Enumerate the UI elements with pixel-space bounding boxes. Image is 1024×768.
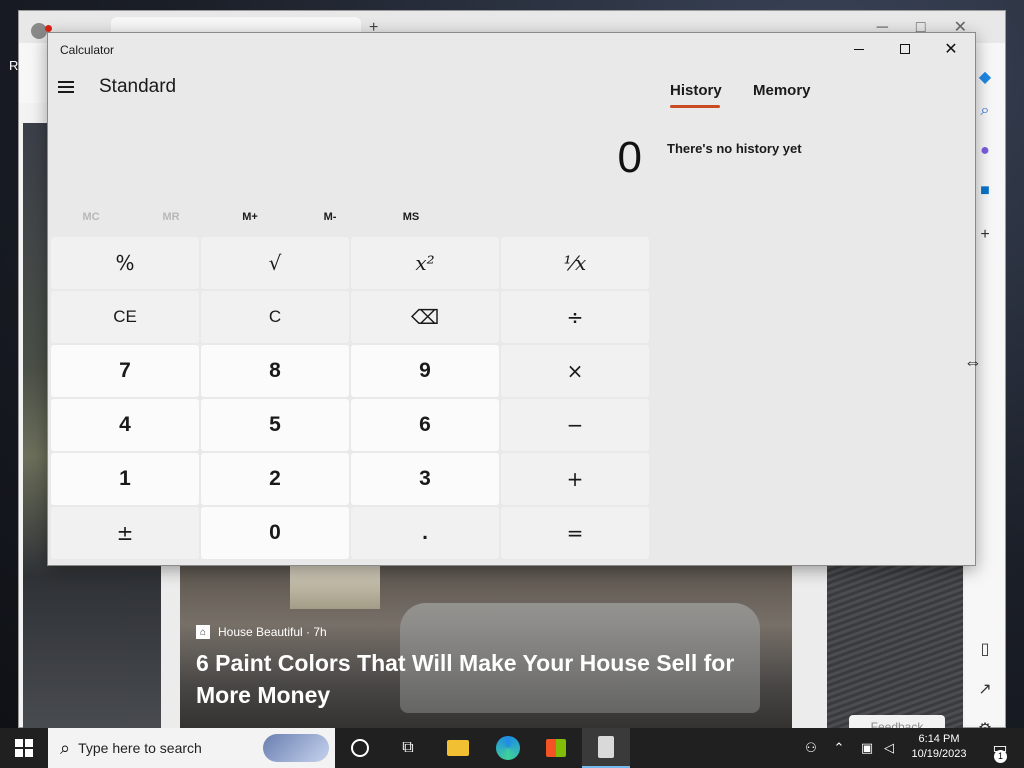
open-external-icon[interactable]: ↗ <box>975 679 995 699</box>
tab-history[interactable]: History <box>670 82 722 99</box>
digit-4-button[interactable]: 4 <box>51 399 199 451</box>
notification-count-badge: 1 <box>994 750 1007 763</box>
memory-clear-button[interactable]: MC <box>51 211 131 223</box>
edge-icon <box>496 736 520 760</box>
desktop-label: R <box>9 58 19 73</box>
memory-add-button[interactable]: M+ <box>210 211 290 223</box>
people-icon[interactable]: ⚇ <box>800 728 822 768</box>
news-article-card[interactable]: ⌂ House Beautiful · 7h 6 Paint Colors Th… <box>180 563 792 729</box>
tab-memory[interactable]: Memory <box>753 82 811 99</box>
digit-3-button[interactable]: 3 <box>351 453 499 505</box>
window-title: Calculator <box>60 43 115 57</box>
store-button[interactable] <box>532 728 580 768</box>
memory-row: MC MR M+ M- MS <box>51 211 651 233</box>
digit-7-button[interactable]: 7 <box>51 345 199 397</box>
resize-cursor-icon: ⇔ <box>964 352 982 372</box>
volume-muted-icon[interactable]: ◁ <box>878 728 900 768</box>
minimize-button[interactable] <box>836 33 882 65</box>
outlook-icon[interactable]: ■ <box>975 181 995 201</box>
navigation-menu-button[interactable] <box>58 77 78 97</box>
shopping-icon[interactable]: ● <box>975 141 995 161</box>
taskbar: ⌕ Type here to search ⧉ ⚇ ⌃ ▣ ◁ 6:14 PM … <box>0 728 1024 768</box>
sidebar-toggle-icon[interactable]: ▯ <box>975 639 995 659</box>
decimal-button[interactable]: . <box>351 507 499 559</box>
equals-button[interactable]: = <box>501 507 649 559</box>
clock-date: 10/19/2023 <box>911 748 967 760</box>
task-view-icon: ⧉ <box>402 739 414 756</box>
start-button[interactable] <box>0 728 48 768</box>
backspace-button[interactable]: ⌫ <box>351 291 499 343</box>
system-tray: ⚇ ⌃ ▣ ◁ <box>800 728 900 768</box>
article-image-window <box>290 563 380 609</box>
search-icon: ⌕ <box>60 737 71 758</box>
history-empty-message: There's no history yet <box>667 141 802 156</box>
hamburger-icon-line <box>58 91 74 93</box>
close-icon: ✕ <box>944 41 958 58</box>
add-icon[interactable]: + <box>975 225 995 245</box>
mode-title: Standard <box>99 76 177 97</box>
store-icon <box>546 739 566 757</box>
calculator-icon <box>598 736 614 758</box>
file-explorer-button[interactable] <box>434 728 482 768</box>
article-source: ⌂ House Beautiful · 7h <box>196 625 327 639</box>
task-view-button[interactable]: ⧉ <box>384 728 432 768</box>
memory-recall-button[interactable]: MR <box>131 211 211 223</box>
divide-button[interactable]: ÷ <box>501 291 649 343</box>
calculator-window: Calculator ✕ Standard 0 MC MR M+ M- MS %… <box>47 32 976 566</box>
network-icon[interactable]: ▣ <box>856 728 878 768</box>
maximize-icon <box>900 44 910 54</box>
profile-notification-dot <box>45 25 52 32</box>
folder-icon <box>447 740 469 756</box>
active-tab-indicator <box>670 105 720 108</box>
hamburger-icon-line <box>58 81 74 83</box>
maximize-button[interactable] <box>882 33 928 65</box>
result-display: 0 <box>617 133 642 182</box>
clear-button[interactable]: C <box>201 291 349 343</box>
minimize-icon <box>854 48 864 50</box>
clock[interactable]: 6:14 PM 10/19/2023 <box>906 732 972 762</box>
close-button[interactable]: ✕ <box>928 33 974 65</box>
cortana-button[interactable] <box>336 728 384 768</box>
news-thumbnail-right[interactable] <box>827 563 963 729</box>
square-root-button[interactable]: √ <box>201 237 349 289</box>
memory-subtract-button[interactable]: M- <box>290 211 370 223</box>
clear-entry-button[interactable]: CE <box>51 291 199 343</box>
calculator-taskbar-button[interactable] <box>582 728 630 768</box>
copilot-icon[interactable]: ◆ <box>975 67 995 87</box>
profile-icon[interactable] <box>31 23 47 39</box>
taskbar-search-box[interactable]: ⌕ Type here to search <box>48 728 335 768</box>
feedback-button[interactable]: Feedback <box>849 715 945 729</box>
digit-5-button[interactable]: 5 <box>201 399 349 451</box>
hamburger-icon-line <box>58 86 74 88</box>
clock-time: 6:14 PM <box>918 733 960 745</box>
multiply-button[interactable]: × <box>501 345 649 397</box>
house-icon: ⌂ <box>196 625 210 639</box>
reciprocal-button[interactable]: ¹⁄x <box>501 237 649 289</box>
negate-button[interactable]: ± <box>51 507 199 559</box>
percent-button[interactable]: % <box>51 237 199 289</box>
memory-store-button[interactable]: MS <box>371 211 451 223</box>
digit-1-button[interactable]: 1 <box>51 453 199 505</box>
digit-8-button[interactable]: 8 <box>201 345 349 397</box>
add-button[interactable]: + <box>501 453 649 505</box>
digit-6-button[interactable]: 6 <box>351 399 499 451</box>
windows-logo-icon <box>15 739 33 757</box>
article-headline[interactable]: 6 Paint Colors That Will Make Your House… <box>196 647 756 711</box>
cortana-icon <box>351 739 369 757</box>
edge-button[interactable] <box>484 728 532 768</box>
article-source-label: House Beautiful · 7h <box>218 625 327 639</box>
subtract-button[interactable]: − <box>501 399 649 451</box>
digit-2-button[interactable]: 2 <box>201 453 349 505</box>
search-highlight-image <box>263 734 329 762</box>
digit-0-button[interactable]: 0 <box>201 507 349 559</box>
search-placeholder: Type here to search <box>78 740 202 756</box>
square-button[interactable]: x² <box>351 237 499 289</box>
search-icon[interactable]: ⌕ <box>975 101 995 121</box>
chevron-up-icon[interactable]: ⌃ <box>822 728 856 768</box>
digit-9-button[interactable]: 9 <box>351 345 499 397</box>
